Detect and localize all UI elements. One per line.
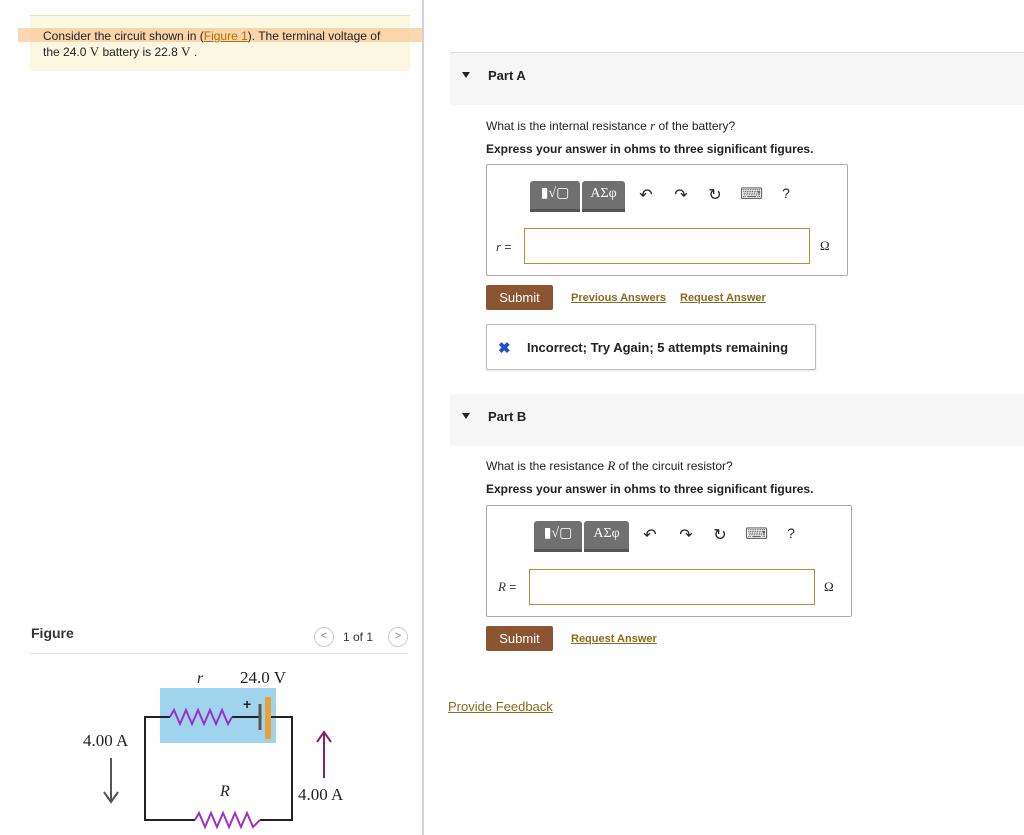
part-b-answer-input[interactable]	[529, 569, 815, 605]
wire-bottom-left	[144, 804, 195, 821]
part-b-help-icon[interactable]: ?	[781, 525, 801, 541]
part-a-feedback-text: Incorrect; Try Again; 5 attempts remaini…	[527, 340, 789, 355]
part-b-equals: =	[505, 580, 517, 594]
right-current-label: 4.00 A	[298, 785, 344, 804]
part-a-question: What is the internal resistance r of the…	[486, 118, 735, 134]
column-divider	[422, 0, 424, 835]
part-b-unit: Ω	[824, 579, 834, 594]
figure-prev-button[interactable]: <	[314, 627, 334, 647]
battery-voltage-label: 24.0 V	[240, 668, 287, 687]
part-a-collapse-icon[interactable]	[462, 72, 470, 78]
part-b-reset-icon[interactable]: ↻	[710, 525, 730, 545]
problem-text-start: Consider the circuit shown in (	[43, 29, 204, 43]
part-a-keyboard-icon[interactable]: ⌨	[740, 184, 763, 204]
part-b-submit-button[interactable]: Submit	[486, 626, 553, 651]
part-b-redo-icon[interactable]: ↷	[676, 525, 696, 545]
figure-pager: 1 of 1	[343, 630, 374, 644]
R-label: R	[219, 783, 230, 800]
part-a-submit-button[interactable]: Submit	[486, 285, 553, 310]
part-a-answer-label: r =	[496, 239, 511, 255]
part-a-equals: =	[501, 240, 512, 254]
part-a-redo-icon[interactable]: ↷	[671, 185, 691, 205]
part-a-previous-answers-link[interactable]: Previous Answers	[571, 292, 666, 304]
part-b-templates-button[interactable]: ▮√▢	[534, 521, 582, 552]
part-b-title: Part B	[488, 409, 527, 424]
figure-divider	[30, 653, 408, 654]
part-a-question-prefix: What is the internal resistance	[486, 119, 651, 133]
figure-label: Figure	[31, 625, 74, 641]
provide-feedback-link[interactable]: Provide Feedback	[448, 699, 553, 714]
load-resistor	[194, 810, 261, 830]
part-b-instruction: Express your answer in ohms to three sig…	[486, 482, 814, 496]
problem-text-end: ). The terminal voltage of	[247, 29, 381, 43]
part-a-title: Part A	[488, 68, 526, 83]
problem-text: Consider the circuit shown in (Figure 1)…	[43, 29, 413, 60]
problem-line2-mid: battery is 22.8	[99, 45, 182, 59]
part-b-question: What is the resistance R of the circuit …	[486, 458, 733, 474]
battery-plus: +	[243, 696, 251, 712]
unit-v2: V	[181, 44, 191, 59]
part-b-request-answer-link[interactable]: Request Answer	[571, 633, 657, 645]
part-a-symbols-button[interactable]: ΑΣφ	[582, 181, 625, 212]
part-b-question-prefix: What is the resistance	[486, 459, 608, 473]
part-a-help-icon[interactable]: ?	[776, 185, 796, 201]
part-a-unit: Ω	[820, 238, 830, 253]
part-a-answer-input[interactable]	[524, 228, 810, 264]
part-a-templates-button[interactable]: ▮√▢	[530, 181, 580, 212]
problem-line2-end: .	[190, 45, 198, 59]
circuit-diagram: + r 24.0 V R 4.00 A 4.00 A	[83, 668, 344, 830]
part-a-reset-icon[interactable]: ↻	[705, 185, 725, 205]
battery-plate	[265, 697, 271, 739]
figure-link[interactable]: Figure 1	[204, 29, 248, 43]
r-label: r	[197, 670, 204, 687]
figure-next-button[interactable]: >	[388, 627, 408, 647]
part-a-request-answer-link[interactable]: Request Answer	[680, 292, 766, 304]
part-b-keyboard-icon[interactable]: ⌨	[745, 524, 768, 544]
part-a-question-suffix: of the battery?	[655, 119, 736, 133]
part-b-collapse-icon[interactable]	[462, 413, 470, 419]
part-b-question-suffix: of the circuit resistor?	[615, 459, 733, 473]
left-current-label: 4.00 A	[83, 731, 129, 750]
part-b-header[interactable]	[450, 394, 1024, 446]
problem-line2-prefix: the 24.0	[43, 45, 90, 59]
part-b-symbols-button[interactable]: ΑΣφ	[584, 521, 629, 552]
unit-v: V	[89, 44, 100, 59]
part-b-undo-icon[interactable]: ↶	[640, 525, 660, 545]
part-b-var-label: R	[498, 579, 506, 594]
part-a-instruction: Express your answer in ohms to three sig…	[486, 142, 814, 156]
part-a-header[interactable]	[450, 53, 1024, 105]
part-a-undo-icon[interactable]: ↶	[636, 185, 656, 205]
part-b-answer-label: R =	[498, 579, 516, 595]
incorrect-icon: ✖	[498, 340, 511, 357]
